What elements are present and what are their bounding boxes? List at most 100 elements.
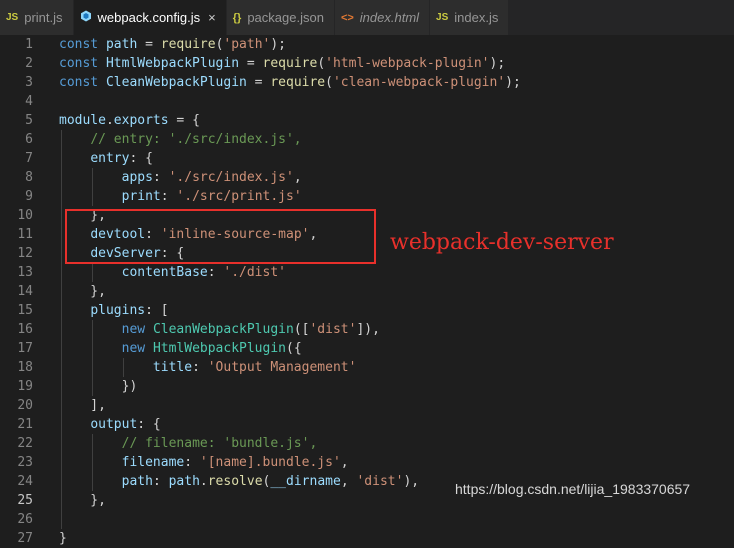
code-token: new (121, 322, 153, 337)
code-line[interactable]: entry: { (59, 149, 521, 168)
line-number: 10 (17, 208, 33, 223)
tab-label: index.html (359, 10, 420, 25)
code-token: : (192, 360, 208, 375)
line-number: 16 (17, 322, 33, 337)
code-token: plugins (90, 303, 146, 318)
code-token: const (59, 75, 106, 90)
code-line[interactable]: // filename: 'bundle.js', (59, 434, 521, 453)
code-token: ], (59, 398, 106, 413)
code-line[interactable] (59, 92, 521, 111)
code-token: : { (129, 151, 153, 166)
line-number: 24 (17, 474, 33, 489)
code-token: = { (168, 113, 200, 128)
code-token: : { (137, 417, 161, 432)
javascript-file-icon: JS (6, 12, 19, 23)
code-line[interactable]: path: path.resolve(__dirname, 'dist'), (59, 472, 521, 491)
code-token: filename (121, 455, 185, 470)
line-number: 12 (17, 246, 33, 261)
tab-webpack-config-js[interactable]: webpack.config.js × (73, 0, 227, 35)
code-area[interactable]: const path = require('path'); const HtmlW… (59, 35, 521, 548)
code-line[interactable]: }, (59, 491, 521, 510)
code-token: = (246, 75, 271, 90)
annotation-label: webpack-dev-server (390, 230, 614, 255)
code-line[interactable]: const path = require('path'); (59, 35, 521, 54)
code-token: require (270, 75, 326, 90)
line-number: 4 (25, 94, 33, 109)
code-line[interactable]: }) (59, 377, 521, 396)
code-token: ), (403, 474, 420, 489)
code-token: './src/index.js' (168, 170, 294, 185)
tab-print-js[interactable]: JS print.js (0, 0, 74, 35)
code-line[interactable]: output: { (59, 415, 521, 434)
code-token: ( (325, 75, 333, 90)
line-number: 21 (17, 417, 33, 432)
code-line[interactable]: module.exports = { (59, 111, 521, 130)
line-number: 19 (17, 379, 33, 394)
tab-index-html[interactable]: <> index.html (334, 0, 431, 35)
code-line[interactable]: title: 'Output Management' (59, 358, 521, 377)
line-number: 22 (17, 436, 33, 451)
code-token: }) (59, 379, 138, 394)
code-token: module (59, 113, 106, 128)
code-line[interactable] (59, 510, 521, 529)
code-line[interactable]: } (59, 529, 521, 548)
webpack-file-icon (80, 10, 92, 25)
line-number-gutter: 1 2 3 4 5 6 7 8 9 10 11 12 13 14 15 16 17 18 19 20 21 22 23 24 2… (0, 35, 44, 548)
code-token: ); (489, 56, 506, 71)
code-token: 'Output Management' (207, 360, 357, 375)
code-line[interactable]: }, (59, 282, 521, 301)
line-number: 5 (25, 113, 33, 128)
line-number: 8 (25, 170, 33, 185)
code-token: path (121, 474, 153, 489)
code-line[interactable]: apps: './src/index.js', (59, 168, 521, 187)
code-token: new (121, 341, 153, 356)
code-token: exports (113, 113, 169, 128)
line-number: 25 (17, 493, 33, 508)
code-token: : (152, 474, 169, 489)
line-number: 1 (25, 37, 33, 52)
code-token: 'path' (223, 37, 271, 52)
line-number: 14 (17, 284, 33, 299)
close-icon[interactable]: × (208, 10, 216, 25)
code-token: : [ (145, 303, 169, 318)
code-token: const (59, 56, 106, 71)
code-token: 'dist' (356, 474, 404, 489)
line-number: 7 (25, 151, 33, 166)
code-editor[interactable]: 1 2 3 4 5 6 7 8 9 10 11 12 13 14 15 16 17 18 19 20 21 22 23 24 2… (0, 35, 734, 546)
line-number: 23 (17, 455, 33, 470)
code-line[interactable]: print: './src/print.js' (59, 187, 521, 206)
code-token: './dist' (223, 265, 286, 280)
tab-index-js[interactable]: JS index.js (430, 0, 510, 35)
code-token: 'clean-webpack-plugin' (332, 75, 506, 90)
tab-package-json[interactable]: {} package.json (226, 0, 335, 35)
code-token: path (105, 37, 138, 52)
code-token: ); (270, 37, 287, 52)
editor-tab-bar: JS print.js webpack.config.js × {} packa… (0, 0, 734, 35)
code-token: // entry: './src/index.js', (90, 132, 302, 147)
code-line[interactable]: // entry: './src/index.js', (59, 130, 521, 149)
code-token: ( (317, 56, 326, 71)
code-line[interactable]: contentBase: './dist' (59, 263, 521, 282)
tab-label: webpack.config.js (97, 10, 201, 25)
code-line[interactable]: new HtmlWebpackPlugin({ (59, 339, 521, 358)
code-token: ]), (356, 322, 380, 337)
code-line[interactable]: plugins: [ (59, 301, 521, 320)
line-number: 11 (17, 227, 33, 242)
tab-label: package.json (247, 10, 324, 25)
code-line[interactable]: const HtmlWebpackPlugin = require('html-… (59, 54, 521, 73)
code-line[interactable]: filename: '[name].bundle.js', (59, 453, 521, 472)
code-token: ([ (293, 322, 310, 337)
code-line[interactable]: ], (59, 396, 521, 415)
code-line[interactable]: new CleanWebpackPlugin(['dist']), (59, 320, 521, 339)
code-token: = (137, 37, 161, 52)
code-token: , (340, 455, 349, 470)
code-line[interactable]: const CleanWebpackPlugin = require('clea… (59, 73, 521, 92)
code-token: require (262, 56, 318, 71)
code-token: , (293, 170, 302, 185)
line-number: 18 (17, 360, 33, 375)
